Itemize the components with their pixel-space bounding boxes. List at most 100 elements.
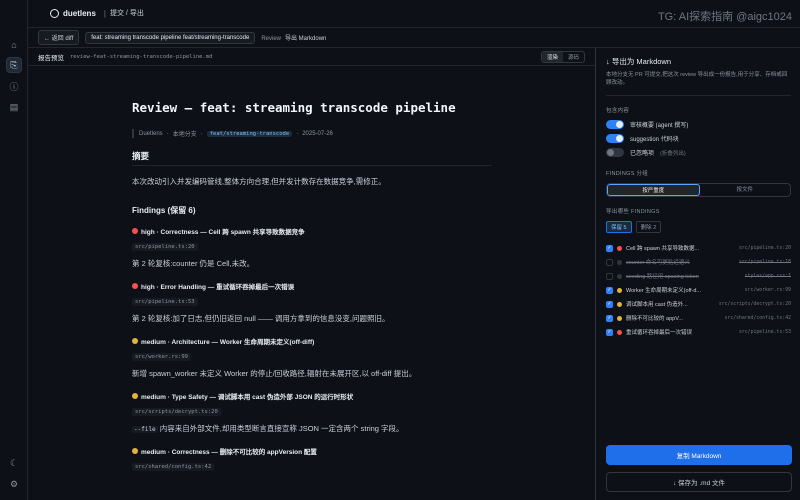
- export-description: 本地分支无 PR 可提交,把这次 review 导出成一份报告,用于分享、存档或…: [606, 71, 791, 96]
- checklist-path: src/pipeline.ts:20: [739, 245, 791, 251]
- preview-filename: review-feat-streaming-transcode-pipeline…: [70, 53, 213, 60]
- document-icon[interactable]: ▤: [6, 99, 22, 115]
- brand-separator: |: [103, 8, 106, 18]
- context-action: 导出 Markdown: [285, 36, 327, 42]
- settings-icon[interactable]: ⚙: [6, 476, 22, 492]
- ignored-toggle[interactable]: [606, 148, 624, 157]
- meta-date: 2025-07-26: [302, 130, 333, 137]
- checkbox-checked-icon[interactable]: ✓: [606, 244, 613, 252]
- severity-medium-icon: [132, 448, 138, 454]
- back-button[interactable]: ← 返回 diff: [38, 30, 80, 45]
- finding-desc: 第 2 轮复核:加了日志,但仍旧返回 null —— 调用方拿到的信息没变,问题…: [132, 314, 390, 323]
- severity-medium-icon: [132, 338, 138, 344]
- toggle-row[interactable]: 审核概要 (agent 撰写): [606, 120, 791, 129]
- severity-medium-icon: [132, 393, 138, 399]
- doc-title: Review — feat: streaming transcode pipel…: [132, 100, 456, 115]
- checklist-item[interactable]: ✓ 调试脚本用 cast 伪造外... src/scripts/decrypt.…: [606, 297, 791, 311]
- toggle-label: suggestion 代码块: [630, 137, 679, 143]
- finding-desc: 第 2 轮复核:counter 仍是 Cell,未改。: [132, 259, 255, 268]
- preview-header: 报告预览 review-feat-streaming-transcode-pip…: [28, 48, 595, 66]
- checkbox-checked-icon[interactable]: ✓: [606, 286, 613, 294]
- rendered-document: Review — feat: streaming transcode pipel…: [132, 100, 492, 490]
- preview-title: 报告预览: [38, 54, 64, 62]
- context-label: Review 导出 Markdown: [261, 33, 326, 42]
- meta-separator: ·: [296, 130, 299, 137]
- checklist-item[interactable]: ✓ Worker 生命周期未定义(off-d... src/worker.rs:…: [606, 283, 791, 297]
- filter-chips: 保留 5 删除 2: [606, 221, 791, 233]
- brand-name: duetlens: [63, 8, 96, 18]
- finding-desc: 新增 spawn_worker 未定义 Worker 的停止/回收路径,辐射在未…: [132, 369, 417, 378]
- checkbox-unchecked-icon[interactable]: [606, 272, 613, 280]
- view-render-button[interactable]: 渲染: [541, 51, 563, 62]
- finding-item: medium · Type Safety — 调试脚本用 cast 伪造外部 J…: [132, 391, 492, 434]
- severity-high-icon: [617, 245, 622, 251]
- doc-meta: Duetlens · 本地分支 · feat/streaming-transco…: [132, 129, 492, 138]
- toggle-label: 审核概要 (agent 撰写): [630, 123, 689, 129]
- finding-desc: --file 内容来自外部文件,却用类型断言直接宣称 JSON 一定含两个 st…: [132, 423, 492, 434]
- severity-medium-icon: [617, 315, 622, 321]
- findings-group-label: FINDINGS 分组: [606, 171, 649, 177]
- home-icon[interactable]: ⌂: [6, 37, 22, 53]
- finding-title: high · Error Handling — 重试循环吞掉最后一次错误: [141, 284, 295, 291]
- suggestion-toggle[interactable]: [606, 134, 624, 143]
- meta-tag: feat/streaming-transcode: [206, 130, 293, 137]
- checklist-path: src/pipeline.ts:53: [739, 329, 791, 335]
- finding-title: high · Correctness — Cell 跨 spawn 共享导致数据…: [141, 229, 305, 236]
- finding-path: src/scripts/decrypt.ts:20: [132, 408, 221, 416]
- severity-none-icon: [617, 259, 622, 265]
- toggle-row[interactable]: suggestion 代码块: [606, 134, 791, 143]
- severity-medium-icon: [617, 301, 622, 307]
- group-segmented-control: 按严重度 按文件: [606, 183, 791, 197]
- checklist-text: seeding 路径用 spacing token: [626, 274, 699, 280]
- checklist-path: src/pipeline.ts:18: [739, 259, 791, 265]
- toggle-row[interactable]: 已忽略项 (折叠列出): [606, 148, 791, 157]
- branch-pill[interactable]: feat: streaming transcode pipeline feat/…: [85, 31, 256, 44]
- finding-item: high · Error Handling — 重试循环吞掉最后一次错误 src…: [132, 281, 492, 324]
- checkbox-unchecked-icon[interactable]: [606, 258, 613, 266]
- left-rail: ⌂ ⎘ ⓘ ▤ ☾ ⚙: [0, 0, 28, 500]
- checklist-item[interactable]: ✓ Cell 跨 spawn 共享导致数据... src/pipeline.ts…: [606, 241, 791, 255]
- finding-title: medium · Correctness — 删除不可比较的 appVersio…: [141, 449, 317, 456]
- checklist-item[interactable]: ✓ 删除不可比较的 appV... src/shared/config.ts:4…: [606, 311, 791, 325]
- checkbox-checked-icon[interactable]: ✓: [606, 328, 613, 336]
- chip-removed[interactable]: 删除 2: [635, 221, 662, 233]
- top-bar: duetlens | 提交 / 导出 TG: AI探索指南 @aigc1024: [28, 0, 800, 28]
- info-icon[interactable]: ⓘ: [6, 78, 22, 94]
- view-source-button[interactable]: 源码: [563, 52, 584, 62]
- meta-tool: Duetlens: [139, 130, 163, 137]
- brand: duetlens | 提交 / 导出: [50, 8, 144, 18]
- checklist-item[interactable]: seeding 路径用 spacing token styles/app.css…: [606, 269, 791, 283]
- finding-desc-text: 内容来自外部文件,却用类型断言直接宣称 JSON 一定含两个 string 字段…: [159, 424, 404, 433]
- finding-title: medium · Architecture — Worker 生命周期未定义(o…: [141, 339, 315, 346]
- checkbox-checked-icon[interactable]: ✓: [606, 300, 613, 308]
- watermark: TG: AI探索指南 @aigc1024: [657, 11, 792, 23]
- breadcrumb: 提交 / 导出: [109, 10, 144, 17]
- moon-icon[interactable]: ☾: [6, 455, 22, 471]
- branch-pill-label: feat: streaming transcode pipeline feat/…: [91, 34, 250, 41]
- checklist-item[interactable]: counter 命名可更贴近语义 src/pipeline.ts:18: [606, 255, 791, 269]
- copy-markdown-button[interactable]: 复制 Markdown: [606, 445, 792, 465]
- checklist-path: styles/app.css:1: [744, 273, 791, 279]
- summary-toggle[interactable]: [606, 120, 624, 129]
- meta-separator: ·: [200, 130, 203, 137]
- meta-branch: 本地分支: [172, 132, 197, 138]
- severity-high-icon: [132, 283, 138, 289]
- severity-medium-icon: [617, 287, 622, 293]
- finding-path: src/pipeline.ts:20: [132, 243, 198, 251]
- context-review: Review: [261, 36, 282, 42]
- summary-heading: 摘要: [132, 150, 492, 166]
- checklist-text: Worker 生命周期未定义(off-d...: [626, 288, 701, 294]
- checklist-item[interactable]: ✓ 重试循环吞掉最后一次错误 src/pipeline.ts:53: [606, 325, 791, 339]
- group-by-severity-button[interactable]: 按严重度: [607, 184, 700, 196]
- save-md-button[interactable]: ↓ 保存为 .md 文件: [606, 472, 792, 492]
- chip-keep[interactable]: 保留 5: [606, 221, 632, 233]
- summary-text: 本次改动引入并发编码管线,整体方向合理,但并发计数存在数据竞争,需修正。: [132, 177, 386, 186]
- finding-path: src/pipeline.ts:53: [132, 298, 198, 306]
- checklist-path: src/shared/config.ts:42: [724, 315, 791, 321]
- severity-high-icon: [132, 228, 138, 234]
- checkbox-checked-icon[interactable]: ✓: [606, 314, 613, 322]
- severity-none-icon: [617, 273, 622, 279]
- preview-pane: 报告预览 review-feat-streaming-transcode-pip…: [28, 48, 596, 500]
- group-by-file-button[interactable]: 按文件: [700, 184, 791, 196]
- export-icon[interactable]: ⎘: [6, 57, 22, 73]
